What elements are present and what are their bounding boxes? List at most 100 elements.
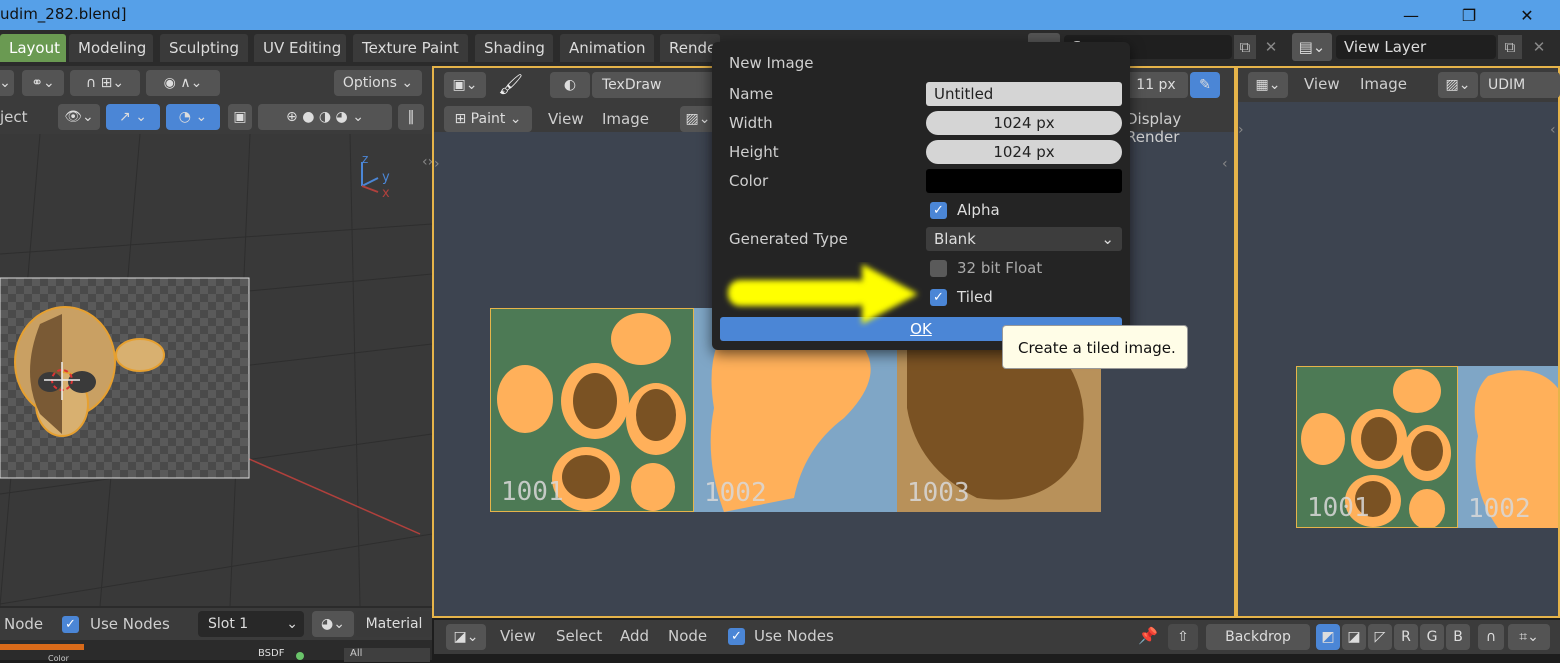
udim-tile[interactable]: 1001 <box>490 308 694 512</box>
uv-right-toggle-icon[interactable]: ‹ <box>1550 122 1556 138</box>
node-editor-header: ◪⌄ View Select Add Node ✓ Use Nodes 📌 ⇧ … <box>434 620 1560 654</box>
uv-tile-number: 1002 <box>1468 494 1531 524</box>
image-browse-icon[interactable]: ▨⌄ <box>680 106 716 132</box>
uv-menu-image[interactable]: Image <box>1360 75 1407 93</box>
generated-type-dropdown[interactable]: Blank ⌄ <box>926 227 1122 251</box>
tab-layout[interactable]: Layout <box>0 34 66 62</box>
visibility-icon[interactable]: 👁⌄ <box>58 104 100 130</box>
use-nodes-checkbox[interactable]: ✓ <box>62 616 79 633</box>
left-panel-toggle-icon[interactable]: › <box>434 156 440 172</box>
parent-node-icon[interactable]: ⇧ <box>1168 624 1198 650</box>
backdrop-color-icon[interactable]: ◩ <box>1316 624 1340 650</box>
view-layer-input[interactable]: View Layer <box>1336 35 1496 59</box>
alpha-checkbox[interactable]: ✓ <box>930 202 947 219</box>
color-swatch[interactable] <box>926 169 1122 193</box>
name-label: Name <box>729 85 774 103</box>
object-menu[interactable]: ject <box>0 108 28 126</box>
mode-dropdown[interactable]: ⊞ Paint ⌄ <box>444 106 532 132</box>
uv-menu-view[interactable]: View <box>1304 75 1340 93</box>
uv-udim-tile[interactable]: 1001 <box>1296 366 1458 528</box>
options-button[interactable]: Options ⌄ <box>334 70 422 96</box>
node-menu-node[interactable]: Node <box>668 627 707 645</box>
pause-icon[interactable]: ‖ <box>398 104 424 130</box>
tab-shading[interactable]: Shading <box>475 34 553 62</box>
channel-b-button[interactable]: B <box>1446 624 1470 650</box>
name-input[interactable]: Untitled <box>926 82 1122 106</box>
right-panel-toggle-icon[interactable]: ‹ <box>1222 156 1228 172</box>
tiled-checkbox[interactable]: ✓ <box>930 289 947 306</box>
tab-modeling[interactable]: Modeling <box>69 34 153 62</box>
delete-layer-icon[interactable]: ✕ <box>1526 35 1552 59</box>
shader-node-menu[interactable]: Node <box>4 615 43 633</box>
image-name-field[interactable]: TexDraw <box>592 72 732 98</box>
chevron-down-icon[interactable]: ⌄ <box>0 70 14 96</box>
viewport-header: ⌄ ⚭⌄ ∩ ⊞⌄ ◉ ∧⌄ Options ⌄ ject 👁⌄ ↗ ⌄ ◔ ⌄… <box>0 66 432 134</box>
uv-udim-tile[interactable]: 1002 <box>1458 366 1558 528</box>
axis-gizmo[interactable] <box>350 156 400 206</box>
proportional-edit-icon[interactable]: ◉ ∧⌄ <box>146 70 220 96</box>
transform-pivot-icon[interactable]: ⚭⌄ <box>22 70 64 96</box>
pressure-icon[interactable]: ✎ <box>1190 72 1220 98</box>
snap-type-icon[interactable]: ⌗⌄ <box>1508 624 1550 650</box>
tab-texture-paint[interactable]: Texture Paint <box>353 34 468 62</box>
copy-layer-icon[interactable]: ⧉ <box>1498 35 1522 59</box>
node-use-nodes-checkbox[interactable]: ✓ <box>728 628 745 645</box>
uv-left-toggle-icon[interactable]: › <box>1238 122 1244 138</box>
shading-modes[interactable]: ⊕ ● ◑ ◕ ⌄ <box>258 104 392 130</box>
close-icon[interactable]: ✕ <box>1504 0 1550 30</box>
channel-g-button[interactable]: G <box>1420 624 1444 650</box>
editor-type-icon[interactable]: ▣⌄ <box>444 72 486 98</box>
generated-type-value: Blank <box>934 230 976 248</box>
backdrop-alpha-icon[interactable]: ◪ <box>1342 624 1366 650</box>
slot-dropdown[interactable]: Slot 1 ⌄ <box>198 611 304 637</box>
radius-field[interactable]: 11 px <box>1124 72 1188 98</box>
node-editor-type-icon[interactable]: ◪⌄ <box>446 624 486 650</box>
menu-image[interactable]: Image <box>602 110 649 128</box>
material-field[interactable]: Material <box>356 611 432 637</box>
viewport-3d[interactable]: ⌄ ⚭⌄ ∩ ⊞⌄ ◉ ∧⌄ Options ⌄ ject 👁⌄ ↗ ⌄ ◔ ⌄… <box>0 66 433 606</box>
tab-sculpting[interactable]: Sculpting <box>160 34 248 62</box>
height-label: Height <box>729 143 779 161</box>
xray-icon[interactable]: ▣ <box>228 104 252 130</box>
uv-tile-number: 1001 <box>1307 493 1370 523</box>
width-label: Width <box>729 114 773 132</box>
node-menu-view[interactable]: View <box>500 627 536 645</box>
pin-icon[interactable]: 📌 <box>1138 626 1158 645</box>
uv-editor[interactable]: ▦⌄ View Image ▨⌄ UDIM › ‹ 1001 1002 <box>1236 66 1560 618</box>
generated-type-label: Generated Type <box>729 230 848 248</box>
width-field[interactable]: 1024 px <box>926 111 1122 135</box>
gizmo-icon[interactable]: ↗ ⌄ <box>106 104 160 130</box>
display-render-label[interactable]: Display Render <box>1126 110 1234 146</box>
snap-icon[interactable]: ∩ ⊞⌄ <box>70 70 140 96</box>
backdrop-button[interactable]: Backdrop <box>1206 624 1310 650</box>
uv-editor-header: ▦⌄ View Image ▨⌄ UDIM <box>1238 68 1560 102</box>
dialog-title: New Image <box>729 54 814 72</box>
brush-icon[interactable]: 🖌 <box>498 72 532 98</box>
snap-node-icon[interactable]: ∩ <box>1478 624 1504 650</box>
material-browse-icon[interactable]: ◕⌄ <box>312 611 354 637</box>
brush-preview-icon[interactable]: ◐ <box>550 72 590 98</box>
delete-scene-icon[interactable]: ✕ <box>1258 35 1284 59</box>
node-bsdf-label: BSDF <box>258 648 285 659</box>
tooltip: Create a tiled image. <box>1002 325 1188 369</box>
uv-image-browse-icon[interactable]: ▨⌄ <box>1438 72 1478 98</box>
tab-rendering[interactable]: Rende <box>660 34 720 62</box>
minimize-icon[interactable]: — <box>1388 0 1434 30</box>
menu-view[interactable]: View <box>548 110 584 128</box>
node-menu-select[interactable]: Select <box>556 627 602 645</box>
overlays-icon[interactable]: ◔ ⌄ <box>166 104 220 130</box>
maximize-icon[interactable]: ❐ <box>1446 0 1492 30</box>
node-socket[interactable] <box>296 652 304 660</box>
backdrop-image-icon[interactable]: ◸ <box>1368 624 1392 650</box>
shader-left-header: Node ✓ Use Nodes Slot 1 ⌄ ◕⌄ Material <box>0 608 432 640</box>
tab-animation[interactable]: Animation <box>560 34 654 62</box>
tab-uv-editing[interactable]: UV Editing <box>254 34 346 62</box>
uv-editor-type-icon[interactable]: ▦⌄ <box>1248 72 1288 98</box>
uv-image-name[interactable]: UDIM <box>1480 72 1560 98</box>
channel-r-button[interactable]: R <box>1394 624 1418 650</box>
view-layer-icon[interactable]: ▤⌄ <box>1292 33 1332 61</box>
copy-scene-icon[interactable]: ⧉ <box>1234 35 1256 59</box>
float-checkbox[interactable]: ✓ <box>930 260 947 277</box>
height-field[interactable]: 1024 px <box>926 140 1122 164</box>
node-menu-add[interactable]: Add <box>620 627 649 645</box>
